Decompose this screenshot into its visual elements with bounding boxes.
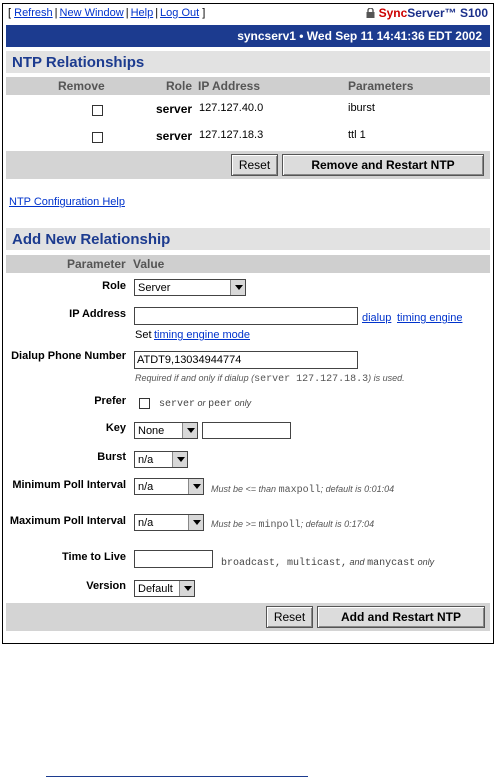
version-label: Version bbox=[86, 580, 126, 592]
role-select[interactable]: Server bbox=[134, 279, 246, 296]
max-poll-label: Maximum Poll Interval bbox=[9, 515, 126, 527]
chevron-down-icon bbox=[182, 423, 197, 438]
add-button-bar: Reset Add and Restart NTP bbox=[6, 603, 490, 631]
row-parameters: iburst bbox=[348, 102, 375, 114]
max-poll-note: Must be >= minpoll; default is 0:17:04 bbox=[211, 519, 375, 531]
key-select[interactable]: None bbox=[134, 422, 198, 439]
dialup-phone-label: Dialup Phone Number bbox=[11, 350, 126, 362]
lock-icon bbox=[366, 7, 375, 18]
chevron-down-icon bbox=[179, 581, 194, 596]
dialup-phone-input[interactable]: ATDT9,13034944774 bbox=[134, 351, 358, 369]
max-poll-select[interactable]: n/a bbox=[134, 514, 204, 531]
top-links: [ Refresh | New Window | Help | Log Out ] bbox=[8, 7, 206, 19]
remove-checkbox[interactable] bbox=[92, 105, 103, 116]
brand-logo: SyncServer™ S100 bbox=[366, 6, 488, 20]
brand-sync: Sync bbox=[378, 6, 408, 20]
ntp-button-bar: Reset Remove and Restart NTP bbox=[6, 151, 490, 179]
ntp-table-header: Remove Role IP Address Parameters bbox=[6, 77, 490, 95]
chevron-down-icon bbox=[172, 452, 187, 467]
set-text: Set bbox=[135, 329, 152, 341]
dialup-note: Required if and only if dialup (server 1… bbox=[135, 373, 405, 385]
ttl-note: broadcast, multicast, and manycast only bbox=[221, 557, 435, 569]
key-input[interactable] bbox=[202, 422, 291, 439]
row-role: server bbox=[156, 102, 193, 116]
add-relationship-title: Add New Relationship bbox=[6, 228, 490, 250]
remove-restart-ntp-button[interactable]: Remove and Restart NTP bbox=[282, 154, 484, 176]
role-select-value: Server bbox=[138, 282, 171, 294]
add-table-header: Parameter Value bbox=[6, 255, 490, 273]
brand-server: Server™ bbox=[407, 6, 457, 20]
min-poll-note: Must be <= than maxpoll; default is 0:01… bbox=[211, 484, 395, 496]
reset-button[interactable]: Reset bbox=[266, 606, 313, 628]
prefer-label: Prefer bbox=[94, 395, 126, 407]
prefer-note: server or peer only bbox=[159, 398, 252, 410]
new-window-link[interactable]: New Window bbox=[60, 7, 124, 19]
burst-select-value: n/a bbox=[138, 454, 154, 466]
header-parameter: Parameter bbox=[67, 257, 126, 271]
help-link[interactable]: Help bbox=[131, 7, 154, 19]
version-select[interactable]: Default bbox=[134, 580, 195, 597]
ntp-relationships-title: NTP Relationships bbox=[6, 51, 490, 73]
ttl-input[interactable] bbox=[134, 550, 213, 568]
top-toolbar: [ Refresh | New Window | Help | Log Out ] Sync… bbox=[6, 6, 490, 22]
ip-address-input[interactable] bbox=[134, 307, 358, 325]
reset-button[interactable]: Reset bbox=[231, 154, 278, 176]
header-ip: IP Address bbox=[198, 79, 261, 93]
dialup-link[interactable]: dialup bbox=[362, 312, 391, 324]
key-select-value: None bbox=[138, 425, 165, 437]
log-out-link[interactable]: Log Out bbox=[160, 7, 199, 19]
prefer-checkbox[interactable] bbox=[139, 398, 150, 409]
chevron-down-icon bbox=[188, 479, 203, 494]
ttl-label: Time to Live bbox=[62, 551, 126, 563]
chevron-down-icon bbox=[188, 515, 203, 530]
remove-checkbox[interactable] bbox=[92, 132, 103, 143]
status-bar: syncserv1 • Wed Sep 11 14:41:36 EDT 2002 bbox=[6, 25, 490, 47]
row-ip: 127.127.40.0 bbox=[199, 102, 264, 114]
header-parameters: Parameters bbox=[348, 79, 414, 93]
row-parameters: ttl 1 bbox=[348, 129, 366, 141]
row-ip: 127.127.18.3 bbox=[199, 129, 264, 141]
version-select-value: Default bbox=[138, 583, 173, 595]
key-label: Key bbox=[105, 422, 126, 434]
header-role: Role bbox=[166, 79, 193, 93]
row-role: server bbox=[156, 129, 193, 143]
header-remove: Remove bbox=[58, 79, 105, 93]
add-restart-ntp-button[interactable]: Add and Restart NTP bbox=[317, 606, 485, 628]
ip-address-label: IP Address bbox=[69, 308, 126, 320]
table-row: server 127.127.18.3 ttl 1 bbox=[6, 125, 490, 149]
refresh-link[interactable]: Refresh bbox=[14, 7, 53, 19]
divider bbox=[46, 776, 308, 777]
brand-model: S100 bbox=[459, 6, 488, 20]
burst-label: Burst bbox=[97, 451, 126, 463]
timing-engine-link[interactable]: timing engine bbox=[397, 312, 462, 324]
burst-select[interactable]: n/a bbox=[134, 451, 188, 468]
min-poll-select[interactable]: n/a bbox=[134, 478, 204, 495]
table-row: server 127.127.40.0 iburst bbox=[6, 98, 490, 122]
role-label: Role bbox=[102, 280, 126, 292]
min-poll-select-value: n/a bbox=[138, 481, 154, 493]
header-value: Value bbox=[133, 257, 165, 271]
timing-engine-mode-link[interactable]: timing engine mode bbox=[154, 329, 250, 341]
ntp-config-help-link[interactable]: NTP Configuration Help bbox=[9, 196, 125, 208]
max-poll-select-value: n/a bbox=[138, 517, 154, 529]
min-poll-label: Minimum Poll Interval bbox=[12, 479, 126, 491]
chevron-down-icon bbox=[230, 280, 245, 295]
